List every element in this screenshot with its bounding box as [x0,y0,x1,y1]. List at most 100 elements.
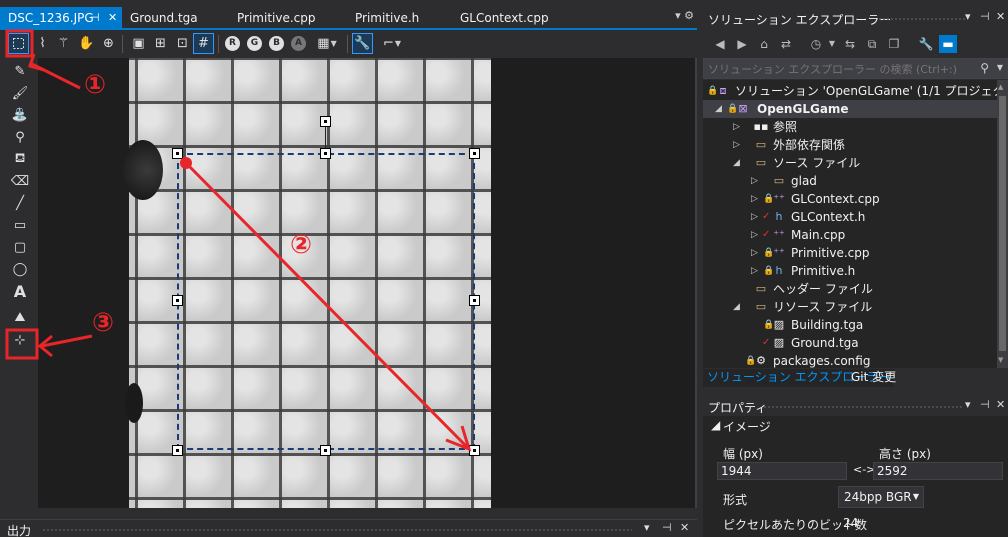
panel-menu-icon[interactable]: ▾ [965,398,971,411]
collapse-all-icon[interactable]: ⧉ [863,35,881,53]
tab-glcontext-cpp[interactable]: GLContext.cpp [452,7,562,29]
properties-wrench-icon[interactable]: 🔧 [917,35,935,53]
format-select[interactable]: 24bpp BGR ▼ [838,486,924,508]
tree-item-glad[interactable]: ▷ ▭ glad [703,172,997,190]
tree-item-main-cpp[interactable]: ▷ ✓ ⁺⁺ Main.cpp [703,226,997,244]
resize-handle-bottom-left[interactable] [172,445,183,456]
pin-icon[interactable]: ⊣ [90,7,100,29]
tab-overflow-icon[interactable]: ▾ ⚙ [675,9,694,22]
solution-explorer-search[interactable]: ⚲ ▼ [703,58,1008,79]
section-collapse-icon[interactable]: ◢ [711,418,720,432]
tree-item-project[interactable]: ◢ 🔒 ⊠ OpenGLGame [703,100,997,118]
tree-item-external-deps[interactable]: ▷ ▭ 外部依存関係 [703,136,997,154]
close-icon[interactable]: ✕ [996,398,1005,411]
tree-item-ground-tga[interactable]: ✓ ▨ Ground.tga [703,334,997,352]
collapsed-arrow-icon[interactable]: ▷ [751,172,761,190]
close-icon[interactable]: ✕ [680,521,689,534]
expanded-arrow-icon[interactable]: ◢ [715,100,725,118]
solution-tree-scrollbar[interactable]: ▲ ▼ [997,80,1008,368]
collapsed-arrow-icon[interactable]: ▷ [751,244,761,262]
text-tool-icon[interactable]: A [10,281,30,301]
sync-icon[interactable]: ⇆ [841,35,859,53]
pixel-grid-icon[interactable]: # [193,33,214,54]
alpha-channel-button[interactable]: A [288,33,309,54]
lasso-select-icon[interactable]: ⌇ [32,33,53,54]
show-all-files-icon[interactable]: ❐ [885,35,903,53]
expanded-arrow-icon[interactable]: ◢ [733,154,743,172]
background-checker-dropdown[interactable]: ▦ ▼ [310,33,344,54]
tab-primitive-h[interactable]: Primitive.h [347,7,447,29]
panel-menu-icon[interactable]: ▾ [644,521,650,534]
tree-item-primitive-h[interactable]: ▷ 🔒 h Primitive.h [703,262,997,280]
magic-wand-icon[interactable]: ⚚ [53,33,74,54]
resize-handle-top-right[interactable] [469,148,480,159]
resize-handle-top-left[interactable] [172,148,183,159]
tree-item-packages-config[interactable]: 🔒 ⚙ packages.config [703,352,997,368]
tree-item-resource-files[interactable]: ◢ ▭ リソース ファイル [703,298,997,316]
resize-handle-left[interactable] [172,295,183,306]
pin-icon[interactable]: ⊣ [662,521,672,534]
panel-menu-icon[interactable]: ▾ [965,10,971,23]
tree-item-building-tga[interactable]: 🔒 ▨ Building.tga [703,316,997,334]
tab-dsc-1236-jpg[interactable]: DSC_1236.JPG ⊣ ✕ [0,7,122,29]
collapsed-arrow-icon[interactable]: ▷ [751,226,761,244]
red-channel-button[interactable]: R [222,33,243,54]
panel-grip[interactable] [878,17,966,21]
tab-ground-tga[interactable]: Ground.tga [122,7,222,29]
actual-size-icon[interactable]: ▣ [128,33,149,54]
height-field[interactable]: 2592 [873,462,1003,480]
width-field[interactable]: 1944 [717,462,847,480]
tab-primitive-cpp[interactable]: Primitive.cpp [229,7,339,29]
pin-icon[interactable]: ⊣ [980,398,990,411]
ellipse-tool-icon[interactable]: ◯ [10,259,30,279]
fill-bucket-icon[interactable]: ⛾ [10,149,30,169]
tree-item-source-files[interactable]: ◢ ▭ ソース ファイル [703,154,997,172]
blue-channel-button[interactable]: B [266,33,287,54]
tab-git-changes[interactable]: Git 変更 [847,369,900,387]
rounded-rectangle-tool-icon[interactable]: ▢ [10,237,30,257]
scrollbar-thumb[interactable] [999,96,1006,351]
chevron-down-icon[interactable]: ▼ [997,63,1003,72]
airbrush-icon[interactable]: ⛲ [10,105,30,125]
canvas-scrollbar[interactable] [695,58,697,508]
collapsed-arrow-icon[interactable]: ▷ [733,118,743,136]
tree-item-header-files[interactable]: ▭ ヘッダー ファイル [703,280,997,298]
expanded-arrow-icon[interactable]: ◢ [733,298,743,316]
collapsed-arrow-icon[interactable]: ▷ [751,208,761,226]
collapsed-arrow-icon[interactable]: ▷ [751,262,761,280]
line-tool-icon[interactable]: ╱ [10,193,30,213]
crop-to-selection-icon[interactable]: ⊹ [10,330,30,350]
tree-item-references[interactable]: ▷ ▪▪ 参照 [703,118,997,136]
panel-grip[interactable] [763,405,963,409]
scroll-up-icon[interactable]: ▲ [998,83,1003,91]
properties-wrench-icon[interactable]: 🔧 [352,33,373,54]
pan-hand-icon[interactable]: ✋ [76,33,97,54]
preview-selected-icon[interactable]: ▬ [939,35,957,53]
zoom-icon[interactable]: ⊕ [98,33,119,54]
forward-icon[interactable]: ▶ [733,35,751,53]
resize-handle-bottom-right[interactable] [469,445,480,456]
tree-item-glcontext-cpp[interactable]: ▷ 🔒 ⁺⁺ GLContext.cpp [703,190,997,208]
collapsed-arrow-icon[interactable]: ▷ [751,190,761,208]
zoom-fit-icon[interactable]: ⊞ [150,33,171,54]
search-input[interactable] [708,61,978,77]
search-icon[interactable]: ⚲ [980,61,989,75]
tree-item-primitive-cpp[interactable]: ▷ 🔒 ⁺⁺ Primitive.cpp [703,244,997,262]
brush-icon[interactable]: 🖌 [10,83,30,103]
resize-handle-top[interactable] [320,148,331,159]
panel-grip[interactable] [42,528,632,532]
collapsed-arrow-icon[interactable]: ▷ [733,136,743,154]
eyedropper-icon[interactable]: ⚲ [10,127,30,147]
zoom-1-1-icon[interactable]: ⊡ [172,33,193,54]
resize-handle-bottom[interactable] [320,445,331,456]
switch-views-icon[interactable]: ⇄ [777,35,795,53]
resize-handle-right[interactable] [469,295,480,306]
close-icon[interactable]: ✕ [996,10,1005,23]
back-icon[interactable]: ◀ [711,35,729,53]
home-icon[interactable]: ⌂ [755,35,773,53]
pin-icon[interactable]: ⊣ [980,10,990,23]
selection-rectangle[interactable] [177,153,475,450]
tree-item-solution[interactable]: 🔒 ⧈ ソリューション 'OpenGLGame' (1/1 プロジェクト) [703,82,997,100]
eraser-icon[interactable]: ⌫ [10,171,30,191]
rectangle-tool-icon[interactable]: ▭ [10,215,30,235]
